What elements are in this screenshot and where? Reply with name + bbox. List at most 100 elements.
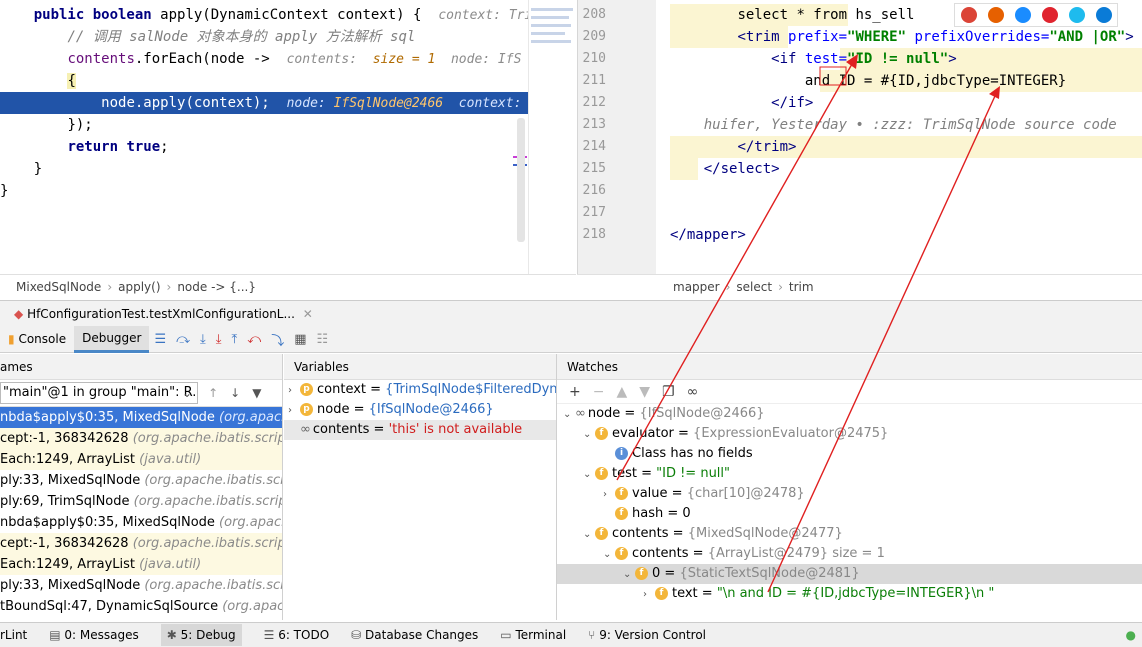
- move-up-icon[interactable]: ▲: [616, 384, 627, 400]
- firefox-icon[interactable]: [987, 7, 1004, 23]
- chrome-icon[interactable]: [960, 7, 977, 23]
- code-token: node:: [286, 96, 334, 111]
- tab-debugger[interactable]: Debugger: [74, 325, 150, 353]
- chevron-right-icon[interactable]: ›: [288, 401, 300, 421]
- toolwindow-button[interactable]: ⛁ Database Changes: [351, 628, 478, 642]
- drop-frame-icon[interactable]: ⤺: [247, 332, 261, 347]
- breadcrumb-item[interactable]: trim: [789, 280, 814, 294]
- force-step-into-icon[interactable]: ⤓: [216, 332, 222, 347]
- code-token: </mapper>: [670, 227, 746, 243]
- code-line[interactable]: return true;: [0, 136, 528, 158]
- evaluate-icon[interactable]: ▦: [294, 332, 306, 347]
- run-to-cursor-icon[interactable]: ⤵: [271, 330, 284, 349]
- ie-icon[interactable]: [1068, 7, 1085, 23]
- close-icon[interactable]: ✕: [303, 307, 313, 321]
- watch-row[interactable]: f hash = 0: [557, 504, 1142, 524]
- xml-line[interactable]: </trim>: [670, 136, 796, 158]
- trace-icon[interactable]: ☷: [317, 332, 329, 347]
- variable-row[interactable]: ›pcontext = {TrimSqlNode$FilteredDynami: [284, 380, 556, 400]
- chevron-down-icon[interactable]: ⌄: [623, 565, 635, 585]
- toolwindow-button[interactable]: ▭ Terminal: [500, 628, 566, 642]
- remove-watch-icon[interactable]: −: [593, 384, 605, 400]
- toolwindow-button[interactable]: ⑂ 9: Version Control: [588, 628, 706, 642]
- xml-line[interactable]: </if>: [670, 92, 813, 114]
- code-line[interactable]: // 调用 salNode 对象本身的 apply 方法解析 sql: [0, 26, 528, 48]
- toolwindow-button[interactable]: ✱ 5: Debug: [160, 624, 242, 646]
- chevron-right-icon[interactable]: ›: [603, 485, 615, 505]
- xml-line[interactable]: <if test="ID != null">: [670, 48, 956, 70]
- up-arrow-icon[interactable]: ↑: [208, 386, 218, 400]
- code-line[interactable]: contents.forEach(node -> contents: size …: [0, 48, 528, 70]
- stack-frame[interactable]: ply:69, TrimSqlNode (org.apache.ibatis.s…: [0, 491, 282, 512]
- xml-line[interactable]: </select>: [670, 158, 780, 180]
- chevron-down-icon[interactable]: ⌄: [603, 545, 615, 565]
- breadcrumb-item[interactable]: node -> {...}: [177, 280, 256, 294]
- thread-selector[interactable]: "main"@1 in group "main": R...: [0, 382, 198, 404]
- add-watch-icon[interactable]: +: [569, 384, 581, 400]
- toolwindow-button[interactable]: ☰ 6: TODO: [264, 628, 330, 642]
- stack-frame[interactable]: nbda$apply$0:35, MixedSqlNode (org.apach…: [0, 512, 282, 533]
- java-editor[interactable]: public boolean apply(DynamicContext cont…: [0, 0, 528, 274]
- watch-row[interactable]: ⌄ f contents = {MixedSqlNode@2477}: [557, 524, 1142, 544]
- stack-frame[interactable]: ply:33, MixedSqlNode (org.apache.ibatis.…: [0, 470, 282, 491]
- opera-icon[interactable]: [1041, 7, 1058, 23]
- toolwindow-button[interactable]: ▤ 0: Messages: [49, 628, 139, 642]
- variable-row[interactable]: › p node = {IfSqlNode@2466}: [284, 400, 556, 420]
- xml-editor[interactable]: 208 209 210 211 212 213 214 215 216 217 218 select…: [577, 0, 1142, 274]
- breadcrumb-item[interactable]: MixedSqlNode: [16, 280, 101, 294]
- code-line[interactable]: });: [0, 114, 528, 136]
- watch-row[interactable]: › f text = "\n and ID = #{ID,jdbcType=INTE…: [557, 584, 1142, 604]
- watch-row[interactable]: ⌄ f test = "ID != null": [557, 464, 1142, 484]
- glasses-icon[interactable]: ∞: [687, 384, 699, 400]
- xml-line[interactable]: select * from hs_sell: [670, 4, 914, 26]
- watch-row[interactable]: ⌄ ∞ node = {IfSqlNode@2466}: [557, 404, 1142, 424]
- xml-line[interactable]: <trim prefix="WHERE" prefixOverrides="AN…: [670, 26, 1133, 48]
- chevron-down-icon[interactable]: ⌄: [563, 405, 575, 425]
- code-line[interactable]: }: [0, 158, 528, 180]
- chevron-down-icon[interactable]: ⌄: [583, 525, 595, 545]
- filter-icon[interactable]: ▼: [252, 386, 261, 400]
- watch-row[interactable]: i Class has no fields: [557, 444, 1142, 464]
- variable-row[interactable]: ∞ contents = 'this' is not available: [284, 420, 556, 440]
- xml-line[interactable]: huifer, Yesterday • :zzz: TrimSqlNode so…: [670, 114, 1117, 136]
- breadcrumb-item[interactable]: apply(): [118, 280, 160, 294]
- chevron-down-icon[interactable]: ⌄: [583, 425, 595, 445]
- code-line[interactable]: public boolean apply(DynamicContext cont…: [0, 4, 528, 26]
- chevron-down-icon[interactable]: ⌄: [583, 465, 595, 485]
- move-down-icon[interactable]: ▼: [639, 384, 650, 400]
- breadcrumb-item[interactable]: select: [736, 280, 772, 294]
- edge-icon[interactable]: [1095, 7, 1112, 23]
- safari-icon[interactable]: [1014, 7, 1031, 23]
- breadcrumb-item[interactable]: mapper: [673, 280, 720, 294]
- chevron-down-icon[interactable]: ⌄: [182, 386, 192, 400]
- db-icon: ⛁: [351, 628, 366, 642]
- toolwindow-button[interactable]: rLint: [0, 628, 27, 642]
- stack-frame[interactable]: nbda$apply$0:35, MixedSqlNode (org.apach…: [0, 407, 282, 428]
- execution-point-line[interactable]: node.apply(context); node: IfSqlNode@246…: [0, 92, 528, 114]
- stack-frame[interactable]: Each:1249, ArrayList (java.util): [0, 449, 282, 470]
- stack-frame[interactable]: Each:1249, ArrayList (java.util): [0, 554, 282, 575]
- down-arrow-icon[interactable]: ↓: [230, 386, 240, 400]
- watch-row[interactable]: ⌄ f contents = {ArrayList@2479} size = 1: [557, 544, 1142, 564]
- code-line[interactable]: }: [0, 180, 528, 202]
- step-into-icon[interactable]: ⤓: [200, 332, 206, 347]
- watch-row[interactable]: ⌄ f evaluator = {ExpressionEvaluator@2475}: [557, 424, 1142, 444]
- step-out-icon[interactable]: ⤒: [232, 332, 238, 347]
- stack-frame[interactable]: cept:-1, 368342628 (org.apache.ibatis.sc…: [0, 428, 282, 449]
- xml-line[interactable]: </mapper>: [670, 224, 746, 246]
- code-line[interactable]: {: [0, 70, 528, 92]
- xml-line[interactable]: and ID = #{ID,jdbcType=INTEGER}: [670, 70, 1066, 92]
- chevron-right-icon[interactable]: ›: [288, 381, 300, 401]
- step-over-icon[interactable]: ⤼: [176, 332, 190, 347]
- editor-scrollbar[interactable]: [517, 118, 525, 242]
- debug-session-tab[interactable]: ◆ HfConfigurationTest.testXmlConfigurati…: [0, 300, 1142, 326]
- stack-frame[interactable]: cept:-1, 368342628 (org.apache.ibatis.sc…: [0, 533, 282, 554]
- stack-frame[interactable]: ply:33, MixedSqlNode (org.apache.ibatis.…: [0, 575, 282, 596]
- watch-row[interactable]: ⌄ f 0 = {StaticTextSqlNode@2481}: [557, 564, 1142, 584]
- copy-icon[interactable]: ❐: [662, 384, 675, 400]
- watch-row[interactable]: › f value = {char[10]@2478}: [557, 484, 1142, 504]
- menu-icon[interactable]: ☰: [154, 332, 166, 347]
- tab-console[interactable]: ▮ Console: [0, 326, 74, 353]
- chevron-right-icon[interactable]: ›: [643, 585, 655, 605]
- stack-frame[interactable]: tBoundSql:47, DynamicSqlSource (org.apac…: [0, 596, 282, 617]
